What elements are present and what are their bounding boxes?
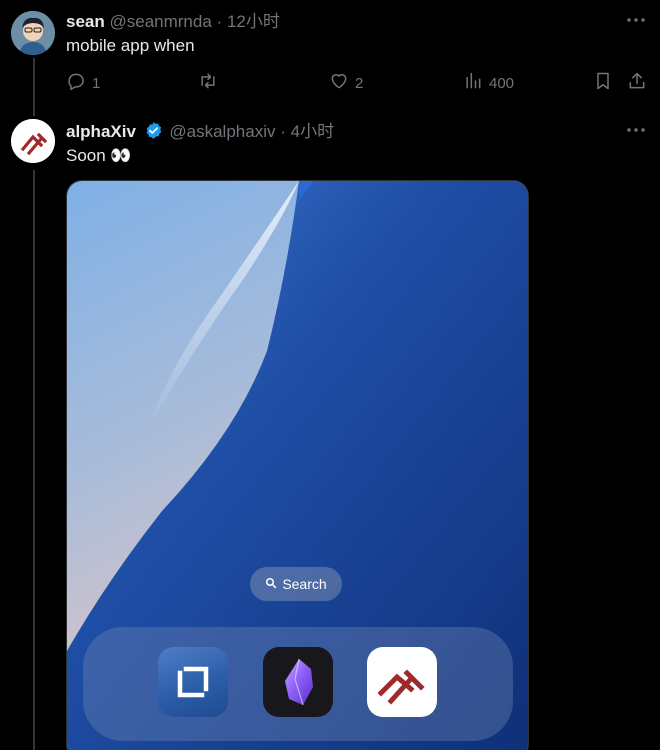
avatar[interactable] <box>11 11 55 55</box>
avatar[interactable] <box>11 119 55 163</box>
timestamp[interactable]: 12小时 <box>227 12 280 31</box>
search-pill-button[interactable]: Search <box>250 567 342 601</box>
views-button[interactable]: 400 <box>463 70 514 96</box>
tweet-actions: 1 2 400 <box>66 70 656 96</box>
share-button[interactable] <box>627 70 647 96</box>
reply-button[interactable]: 1 <box>66 70 100 96</box>
app-icon-blue-frame[interactable] <box>158 647 228 717</box>
app-dock <box>83 627 513 741</box>
tweet-header: alphaXiv @askalphaxiv · 4小时 <box>66 121 334 145</box>
author-handle[interactable]: @seanmrnda <box>109 12 211 31</box>
more-icon[interactable] <box>624 120 648 140</box>
thread-connector-line <box>33 170 35 750</box>
separator-dot: · <box>280 122 286 141</box>
separator-dot: · <box>216 12 223 31</box>
like-button[interactable]: 2 <box>329 70 363 96</box>
tweet-thread: sean @seanmrnda · 12小时 mobile app when 1… <box>0 0 660 750</box>
tweet-text: mobile app when <box>66 36 195 55</box>
tweet-header: sean @seanmrnda · 12小时 <box>66 12 280 32</box>
author-name[interactable]: sean <box>66 12 105 31</box>
reply-count: 1 <box>92 74 101 92</box>
like-count: 2 <box>355 74 364 92</box>
timestamp[interactable]: 4小时 <box>291 122 334 141</box>
retweet-icon <box>197 71 219 95</box>
views-count: 400 <box>489 74 515 92</box>
views-icon <box>463 71 483 95</box>
reply-icon <box>66 71 86 95</box>
verified-badge-icon <box>144 121 163 145</box>
bookmark-icon <box>593 71 613 95</box>
tweet-media-image[interactable]: Search <box>66 180 529 750</box>
thread-connector-line <box>33 58 35 116</box>
share-icon <box>627 71 647 95</box>
alphaxiv-app-icon[interactable] <box>367 647 437 717</box>
like-icon <box>329 71 349 95</box>
retweet-button[interactable] <box>197 70 219 96</box>
tweet-text: Soon 👀 <box>66 146 132 165</box>
bookmark-button[interactable] <box>593 70 613 96</box>
author-name[interactable]: alphaXiv <box>66 122 136 141</box>
author-handle[interactable]: @askalphaxiv <box>169 122 275 141</box>
search-icon <box>265 576 282 592</box>
more-icon[interactable] <box>624 10 648 30</box>
search-label: Search <box>282 576 327 592</box>
obsidian-app-icon[interactable] <box>263 647 333 717</box>
